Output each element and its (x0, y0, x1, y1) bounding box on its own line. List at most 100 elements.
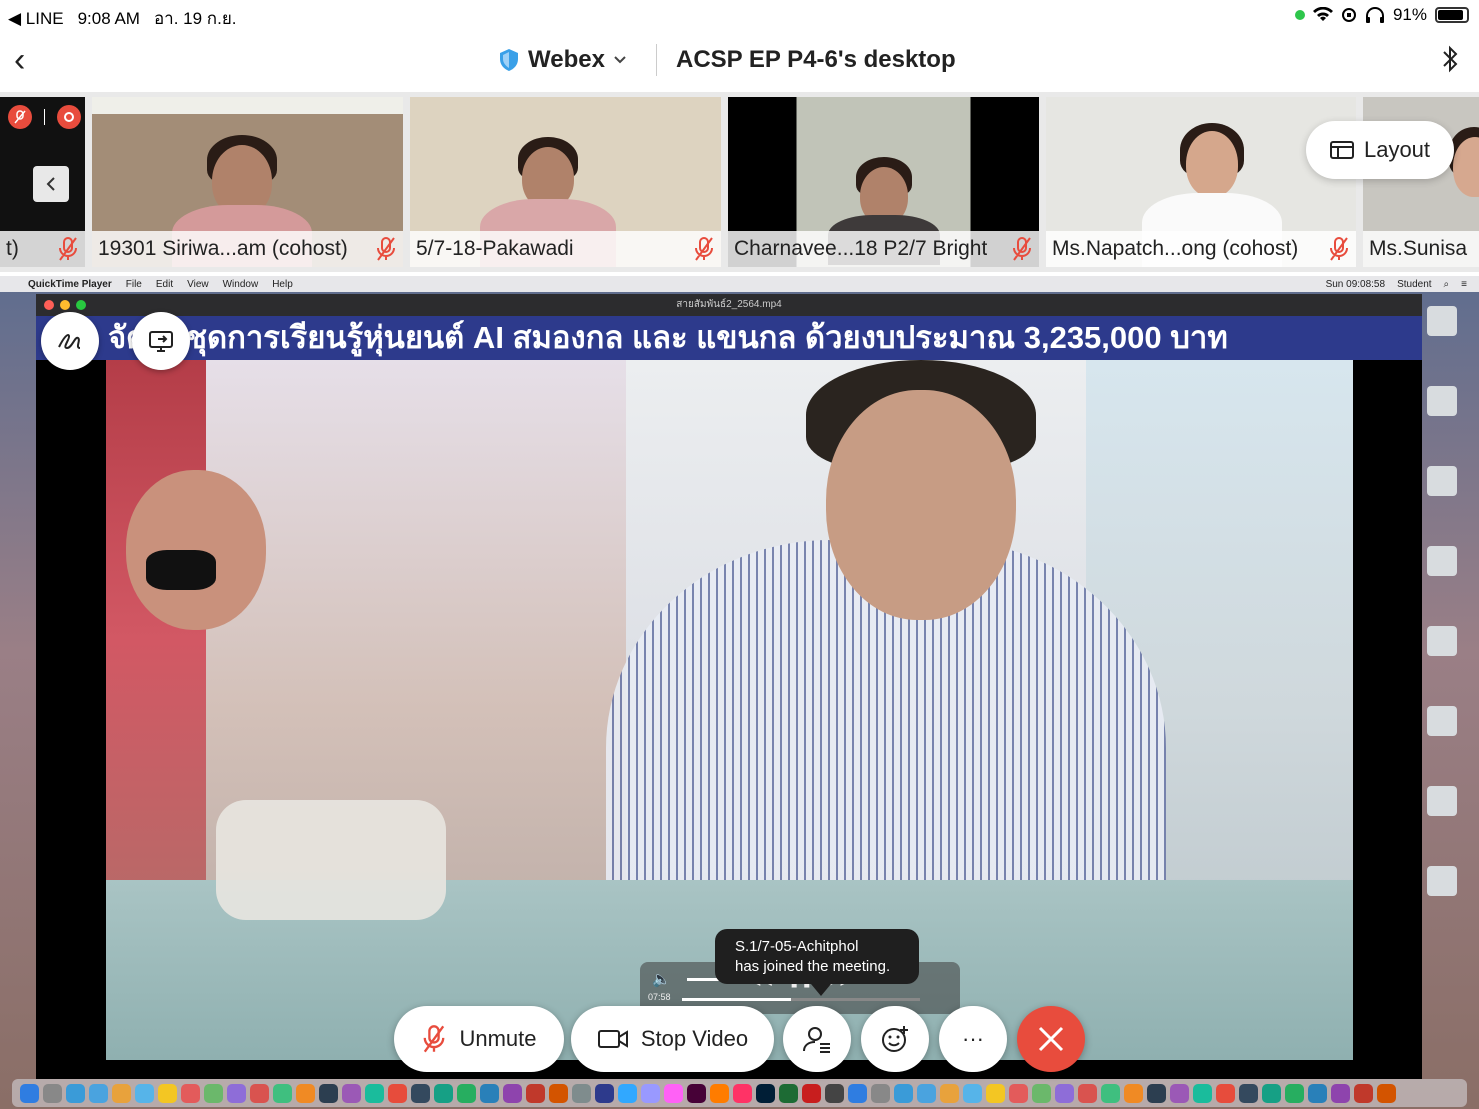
playback-progress[interactable] (682, 998, 920, 1001)
dock-app-icon (1009, 1083, 1028, 1103)
dock-app-icon (365, 1083, 384, 1103)
dock-app-icon (641, 1083, 660, 1103)
recording-controls (8, 105, 81, 129)
headphones-icon (1365, 7, 1384, 23)
webex-meeting-screen: ◀ LINE 9:08 AM อา. 19 ก.ย. 91% ‹ Webex A… (0, 0, 1479, 1109)
dock-app-icon (1216, 1083, 1235, 1103)
unmute-button[interactable]: Unmute (394, 1006, 564, 1072)
dock-app-icon (917, 1083, 936, 1103)
share-screen-button[interactable] (132, 312, 190, 370)
dock-app-icon (1285, 1083, 1304, 1103)
dock-app-icon (1101, 1083, 1120, 1103)
menu-window: Window (222, 278, 259, 290)
webex-label: Webex (528, 46, 605, 73)
muted-mic-icon (1013, 237, 1031, 261)
muted-mic-icon (59, 237, 77, 261)
dock-app-icon (963, 1083, 982, 1103)
volume-icon[interactable]: 🔈 (652, 970, 671, 988)
webex-menu-button[interactable]: Webex (498, 46, 627, 74)
dock-app-icon (434, 1083, 453, 1103)
dock-app-icon (572, 1083, 591, 1103)
back-to-app-link[interactable]: ◀ LINE (8, 9, 64, 29)
video-banner: จัดซื้อชุดการเรียนรู้หุ่นยนต์ AI สมองกล … (36, 316, 1422, 360)
participant-name: Ms.Sunisa C (1369, 237, 1473, 260)
playback-time: 07:58 (648, 992, 671, 1002)
participant-tile[interactable]: Charnavee...18 P2/7 Bright (728, 97, 1039, 267)
smiley-icon (882, 1026, 908, 1052)
participant-strip[interactable]: t) 19301 Siriwa...am (cohost) 5/7-18-Pak… (0, 92, 1479, 272)
dock-app-icon (825, 1083, 844, 1103)
notification-text: has joined the meeting. (735, 958, 891, 975)
battery-percent: 91% (1392, 5, 1427, 24)
dock-app-icon (526, 1083, 545, 1103)
menubar-clock: Sun 09:08:58 (1325, 278, 1386, 290)
participant-tile[interactable]: 5/7-18-Pakawadi (410, 97, 721, 267)
dock-app-icon (227, 1083, 246, 1103)
join-notification: S.1/7-05-Achitphol has joined the meetin… (715, 929, 919, 996)
shared-screen: QuickTime Player File Edit View Window H… (0, 276, 1479, 1109)
annotate-button[interactable] (41, 312, 99, 370)
dock-app-icon (1170, 1083, 1189, 1103)
participant-tile[interactable]: 19301 Siriwa...am (cohost) (92, 97, 403, 267)
dock-app-icon (112, 1083, 131, 1103)
annotate-icon (58, 334, 81, 350)
stop-video-button[interactable]: Stop Video (571, 1006, 774, 1072)
dock-app-icon (66, 1083, 85, 1103)
dock-app-icon (1193, 1083, 1212, 1103)
search-icon: ⌕ (1443, 278, 1450, 290)
participant-name: 19301 Siriwa...am (cohost) (98, 237, 348, 260)
dock-app-icon (503, 1083, 522, 1103)
muted-indicator-icon (8, 105, 32, 129)
dock-app-icon (250, 1083, 269, 1103)
menu-edit: Edit (155, 278, 174, 290)
dock-app-icon (1331, 1083, 1350, 1103)
dock-app-icon (549, 1083, 568, 1103)
dock-app-icon (894, 1083, 913, 1103)
back-chevron-icon[interactable]: ‹ (14, 40, 25, 80)
layout-icon (1329, 141, 1354, 159)
layout-button[interactable]: Layout (1306, 121, 1454, 179)
dock-app-icon (779, 1083, 798, 1103)
leave-meeting-button[interactable] (1017, 1006, 1085, 1072)
participant-tile[interactable]: Ms.Napatch...ong (cohost) (1046, 97, 1356, 267)
layout-label: Layout (1363, 137, 1431, 162)
meeting-header: ‹ Webex ACSP EP P4-6's desktop (0, 30, 1479, 92)
dock-app-icon (457, 1083, 476, 1103)
participant-name: Ms.Napatch...ong (cohost) (1052, 237, 1299, 260)
participants-button[interactable] (783, 1006, 851, 1072)
scroll-left-button[interactable] (33, 166, 69, 202)
menubar-app-name: QuickTime Player (28, 278, 112, 290)
status-bar: ◀ LINE 9:08 AM อา. 19 ก.ย. 91% (0, 0, 1479, 30)
video-camera-icon (597, 1030, 628, 1048)
list-icon: ≡ (1461, 278, 1467, 290)
reactions-button[interactable] (861, 1006, 929, 1072)
window-controls (44, 300, 86, 310)
more-options-button[interactable]: ··· (939, 1006, 1007, 1072)
status-date: อา. 19 ก.ย. (153, 9, 237, 28)
dock-app-icon (1262, 1083, 1281, 1103)
bluetooth-icon[interactable] (1441, 44, 1459, 74)
record-icon[interactable] (57, 105, 81, 129)
dock-app-icon (296, 1083, 315, 1103)
menubar-user: Student (1397, 278, 1432, 290)
dock-app-icon (687, 1083, 706, 1103)
battery-icon (1435, 7, 1469, 23)
muted-mic-icon (1330, 237, 1348, 261)
dock-app-icon (1032, 1083, 1051, 1103)
dock-app-icon (480, 1083, 499, 1103)
shield-icon (500, 49, 518, 71)
desktop-icons (1421, 306, 1461, 946)
dock-app-icon (181, 1083, 200, 1103)
dock-app-icon (158, 1083, 177, 1103)
chevron-left-icon (46, 177, 55, 191)
muted-mic-icon (695, 237, 713, 261)
stop-video-label: Stop Video (640, 1026, 749, 1051)
dock-app-icon (89, 1083, 108, 1103)
dock-app-icon (1147, 1083, 1166, 1103)
menu-file: File (125, 278, 142, 290)
header-divider (656, 44, 657, 76)
more-label: ··· (962, 1026, 984, 1051)
dock-app-icon (273, 1083, 292, 1103)
dock-app-icon (664, 1083, 683, 1103)
menu-view: View (187, 278, 209, 290)
